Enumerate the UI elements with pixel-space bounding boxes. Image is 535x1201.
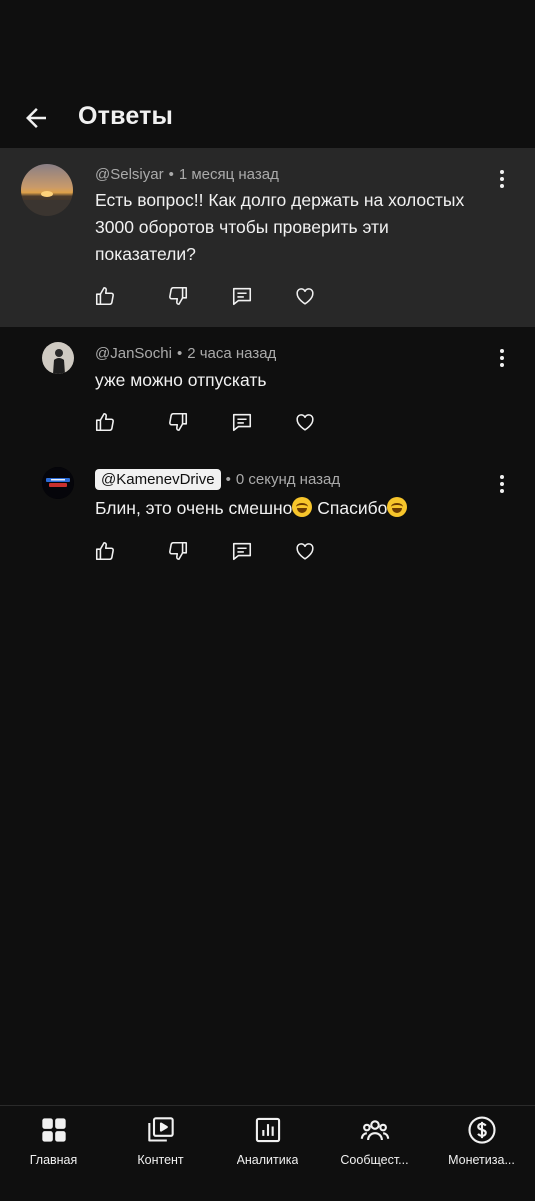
- heart-button[interactable]: [289, 535, 321, 567]
- comment-author[interactable]: @Selsiyar: [95, 166, 164, 183]
- reply-comment-icon: [232, 287, 252, 306]
- dislike-button[interactable]: [162, 280, 194, 312]
- more-options-button[interactable]: [490, 346, 514, 370]
- avatar[interactable]: [42, 467, 74, 499]
- avatar[interactable]: [21, 164, 73, 216]
- thumb-up-icon: [95, 286, 114, 306]
- thumb-up-icon: [95, 541, 114, 561]
- thumb-down-icon: [169, 412, 188, 432]
- parent-comment: @Selsiyar • 1 месяц назад Есть вопрос!! …: [0, 148, 535, 327]
- nav-label: Главная: [29, 1153, 78, 1167]
- app-header: Ответы: [0, 0, 535, 148]
- meta-separator: •: [168, 166, 174, 183]
- laughing-emoji-icon: [387, 497, 408, 517]
- heart-icon: [296, 414, 314, 431]
- like-button[interactable]: [89, 535, 121, 567]
- comment-author[interactable]: @JanSochi: [95, 345, 172, 362]
- nav-item-content[interactable]: Контент: [107, 1106, 214, 1201]
- laughing-emoji-icon: [292, 497, 313, 517]
- comment-timestamp: 1 месяц назад: [178, 166, 279, 183]
- meta-separator: •: [176, 345, 183, 362]
- comment-text-line: Есть вопрос!! Как долго держать на холос…: [95, 190, 465, 210]
- comment-meta: @KamenevDrive • 0 секунд назад: [95, 469, 340, 490]
- heart-button[interactable]: [289, 406, 321, 438]
- dislike-button[interactable]: [162, 406, 194, 438]
- comment-text-line: уже можно отпускать: [95, 370, 267, 390]
- reply-button[interactable]: [226, 406, 258, 438]
- community-icon: [359, 1114, 391, 1146]
- comment-timestamp: 2 часа назад: [187, 345, 277, 362]
- nav-label: Аналитика: [236, 1153, 299, 1167]
- comment-text-part: Блин, это очень смешно: [95, 498, 293, 518]
- comment-timestamp: 0 секунд назад: [235, 471, 341, 488]
- thumb-down-icon: [169, 286, 188, 306]
- dislike-button[interactable]: [162, 535, 194, 567]
- more-vert-icon: [500, 170, 504, 188]
- comment-text: Есть вопрос!! Как долго держать на холос…: [95, 187, 515, 268]
- comment-meta: @JanSochi • 2 часа назад: [95, 345, 276, 362]
- reply-comment: @KamenevDrive • 0 секунд назад Блин, это…: [0, 451, 535, 581]
- comment-text: уже можно отпускать: [95, 367, 495, 394]
- thumb-up-icon: [95, 412, 114, 432]
- nav-label: Контент: [137, 1153, 184, 1167]
- thumb-down-icon: [169, 541, 188, 561]
- comment-author-chip[interactable]: @KamenevDrive: [95, 469, 221, 490]
- nav-item-community[interactable]: Сообщест...: [321, 1106, 428, 1201]
- video-library-icon: [145, 1114, 177, 1146]
- comment-text-line: 3000 оборотов чтобы проверить эти: [95, 217, 389, 237]
- reply-button[interactable]: [226, 535, 258, 567]
- more-vert-icon: [500, 349, 504, 367]
- comment-text: Блин, это очень смешно Спасибо: [95, 495, 515, 522]
- heart-icon: [296, 288, 314, 305]
- back-button[interactable]: [18, 100, 54, 136]
- meta-separator: •: [225, 471, 231, 488]
- nav-item-dashboard[interactable]: Главная: [0, 1106, 107, 1201]
- heart-button[interactable]: [289, 280, 321, 312]
- more-vert-icon: [500, 475, 504, 493]
- comment-meta: @Selsiyar • 1 месяц назад: [95, 166, 279, 183]
- comment-text-part: Спасибо: [312, 498, 388, 518]
- comment-text-line: показатели?: [95, 244, 196, 264]
- bottom-navigation: Главная Контент Аналитика Сообщест... Мо…: [0, 1105, 535, 1201]
- more-options-button[interactable]: [490, 472, 514, 496]
- reply-comment-icon: [232, 542, 252, 561]
- analytics-icon: [252, 1114, 284, 1146]
- reply-comment: @JanSochi • 2 часа назад уже можно отпус…: [0, 327, 535, 451]
- page-title: Ответы: [78, 102, 174, 130]
- heart-icon: [296, 543, 314, 560]
- dashboard-icon: [38, 1114, 70, 1146]
- nav-label: Сообщест...: [340, 1153, 409, 1167]
- nav-label: Монетиза...: [448, 1153, 515, 1167]
- more-options-button[interactable]: [490, 167, 514, 191]
- reply-button[interactable]: [226, 280, 258, 312]
- nav-item-analytics[interactable]: Аналитика: [214, 1106, 321, 1201]
- like-button[interactable]: [89, 406, 121, 438]
- avatar[interactable]: [42, 342, 74, 374]
- reply-comment-icon: [232, 413, 252, 432]
- nav-item-monetization[interactable]: Монетиза...: [428, 1106, 535, 1201]
- like-button[interactable]: [89, 280, 121, 312]
- arrow-back-icon: [26, 108, 46, 128]
- dollar-icon: [466, 1114, 498, 1146]
